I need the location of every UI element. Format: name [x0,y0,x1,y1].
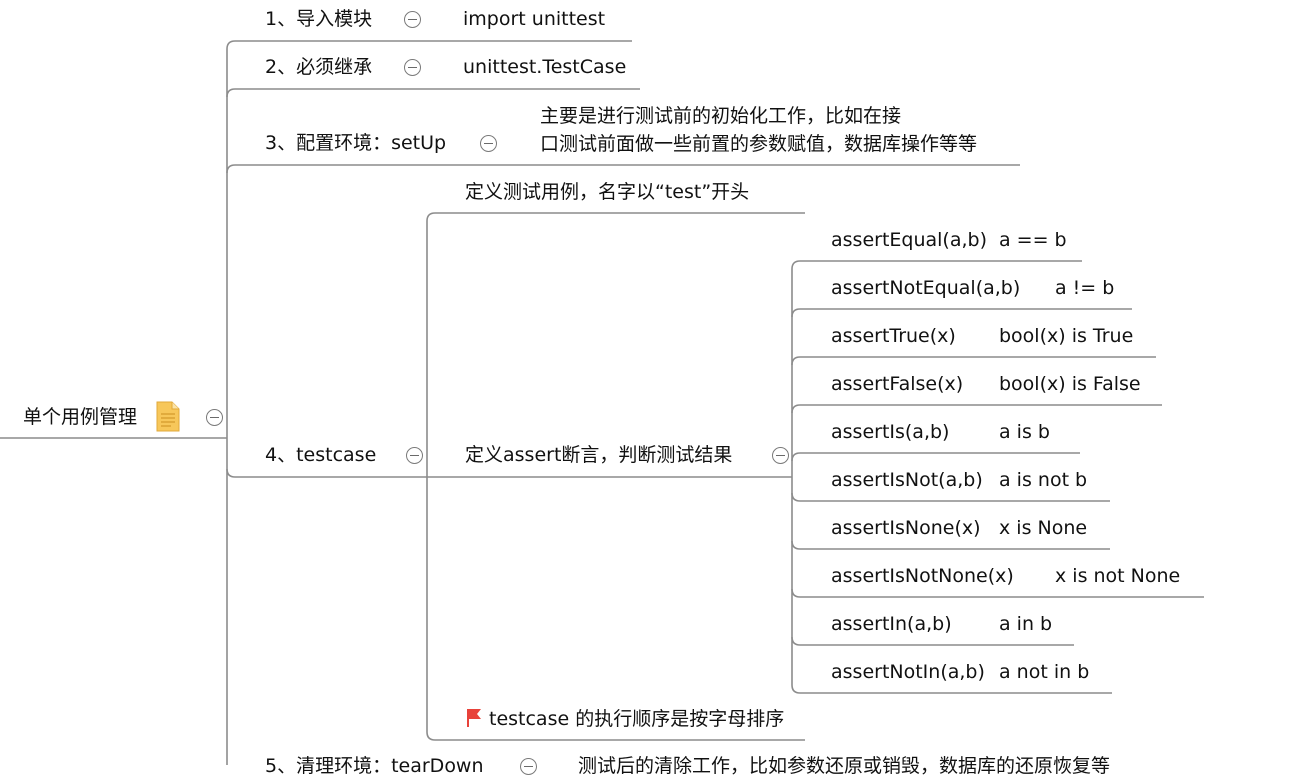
trunk-connector [226,40,236,428]
assert-method[interactable]: assertIsNotNone(x) [831,564,1014,588]
assert-meaning: x is not None [1055,565,1181,587]
assert-method[interactable]: assertEqual(a,b) [831,228,987,252]
assert-meaning: a not in b [999,661,1090,683]
assert-method[interactable]: assertIn(a,b) [831,612,952,636]
branch-teardown[interactable]: 5、清理环境：tearDown [265,754,484,778]
branch-5-collapse-toggle[interactable] [520,758,537,775]
define-assert-topic[interactable]: 定义assert断言，判断测试结果 [465,443,732,467]
assert-method[interactable]: assertFalse(x) [831,372,963,396]
assert-method[interactable]: assertIsNot(a,b) [831,468,983,492]
branch-4-collapse-toggle[interactable] [406,447,423,464]
setup-detail-topic[interactable]: 主要是进行测试前的初始化工作，比如在接 口测试前面做一些前置的参数赋值，数据库操… [540,102,977,158]
branch-3-collapse-toggle[interactable] [480,135,497,152]
assert-meaning: a != b [1055,277,1115,299]
branch-4-line [226,468,792,478]
assert-meaning: bool(x) is False [999,373,1141,395]
testcase-trunk [426,212,805,477]
note-icon [156,401,180,432]
testcase-class-topic[interactable]: unittest.TestCase [463,55,626,79]
teardown-detail-topic[interactable]: 测试后的清除工作，比如参数还原或销毁，数据库的还原恢复等 [578,754,1110,778]
branch-2-line [226,88,640,98]
assert-meaning: a in b [999,613,1053,635]
import-unittest-topic[interactable]: import unittest [463,7,605,31]
execution-order-topic[interactable]: testcase 的执行顺序是按字母排序 [489,707,784,731]
branch-import-module[interactable]: 1、导入模块 [265,7,372,31]
branch-testcase[interactable]: 4、testcase [265,443,376,467]
root-topic[interactable]: 单个用例管理 [23,405,137,429]
branch-1-collapse-toggle[interactable] [404,11,421,28]
assert-meaning: a is not b [999,469,1088,491]
assert-meaning: bool(x) is True [999,325,1134,347]
branch-must-inherit[interactable]: 2、必须继承 [265,55,372,79]
flag-icon [467,709,481,727]
define-testcase-topic[interactable]: 定义测试用例，名字以“test”开头 [465,180,749,204]
branch-setup[interactable]: 3、配置环境：setUp [265,131,446,155]
assert-meaning: a == b [999,229,1067,251]
assert-method[interactable]: assertNotEqual(a,b) [831,276,1020,300]
setup-detail-line-1: 主要是进行测试前的初始化工作，比如在接 [540,105,902,127]
assert-method[interactable]: assertTrue(x) [831,324,956,348]
assert-method[interactable]: assertNotIn(a,b) [831,660,985,684]
root-collapse-toggle[interactable] [206,409,223,426]
assert-method[interactable]: assertIsNone(x) [831,516,981,540]
branch-3-line [226,164,1020,174]
setup-detail-line-2: 口测试前面做一些前置的参数赋值，数据库操作等等 [540,133,978,155]
assert-method[interactable]: assertIs(a,b) [831,420,949,444]
branch-2-collapse-toggle[interactable] [404,59,421,76]
assert-collapse-toggle[interactable] [772,447,789,464]
assert-meaning: x is None [999,517,1088,539]
assert-meaning: a is b [999,421,1050,443]
